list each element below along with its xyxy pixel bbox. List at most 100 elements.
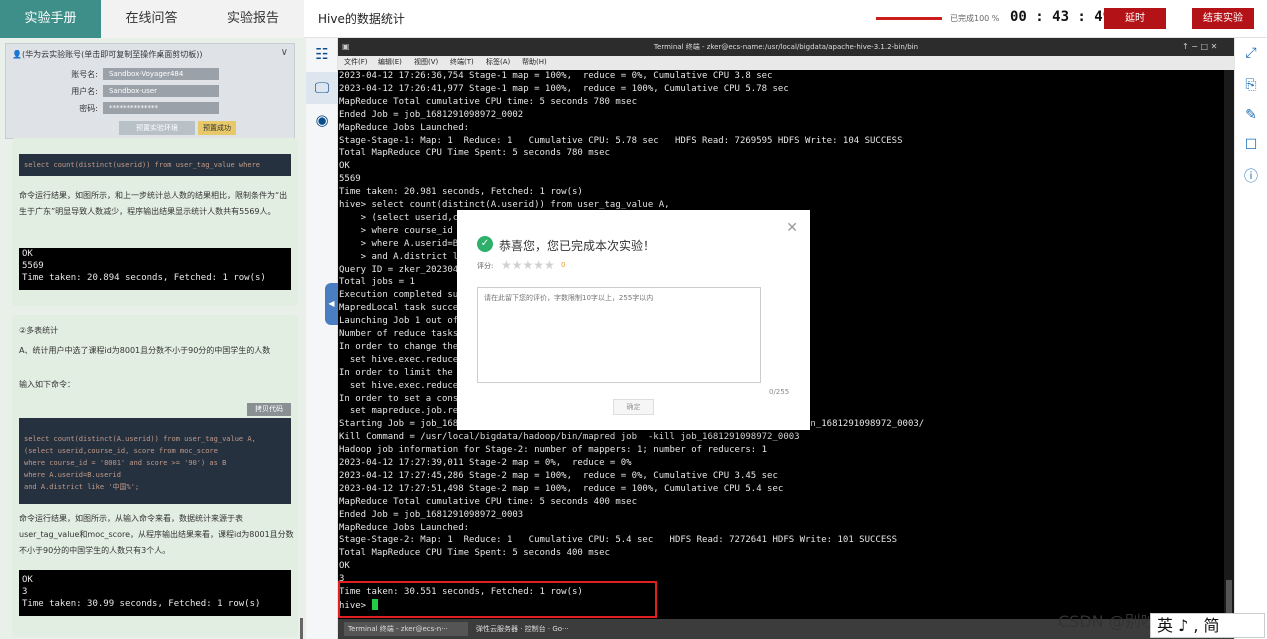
account-key: 密码:	[79, 104, 98, 113]
terminal-line: set mapreduce.job.red	[339, 406, 464, 417]
result-paragraph: 命令运行结果，如图所示，和上一步统计总人数的结果相比，限制条件为“出生于广东”明…	[19, 191, 288, 216]
terminal-line: 5569	[339, 174, 361, 185]
terminal-line: 2023-04-12 17:27:39,011 Stage-2 map = 0%…	[339, 458, 632, 468]
progress-bar	[876, 17, 942, 20]
terminal-line: 2023-04-12 17:26:41,977 Stage-1 map = 10…	[339, 83, 789, 94]
completion-dialog: ✕ ✓ 恭喜您，您已完成本次实验！ 评分: ★★★★★ 0 0/255 确定	[457, 210, 810, 430]
input-label: 输入如下命令：	[19, 380, 75, 389]
copy-code-button[interactable]: 拷贝代码	[247, 403, 291, 416]
clipboard-icon[interactable]: ⎘	[1241, 75, 1261, 95]
terminal-line: OK	[339, 161, 350, 172]
output-block: OK 5569 Time taken: 20.894 seconds, Fetche…	[19, 248, 291, 290]
top-bar: 实验手册 在线问答 实验报告 Hive的数据统计 已完成100 % 00 : 4…	[0, 0, 1267, 38]
terminal-line: Hadoop job information for Stage-2: numb…	[339, 445, 768, 456]
tab-lab-manual[interactable]: 实验手册	[0, 0, 101, 38]
terminal-line: Query ID = zker_2023041	[339, 264, 464, 275]
terminal-menu: 文件(F) 编辑(E) 视图(V) 终端(T) 标签(A) 帮助(H)	[338, 56, 1234, 70]
account-key: 用户名:	[71, 87, 98, 96]
user-icon: 👤	[12, 50, 22, 59]
terminal-line: Total MapReduce CPU Time Spent: 5 second…	[339, 148, 610, 159]
terminal-line: Execution completed suc	[339, 290, 464, 301]
username-value[interactable]: Sandbox-user	[103, 85, 219, 97]
app-root: 实验手册 在线问答 实验报告 Hive的数据统计 已完成100 % 00 : 4…	[0, 0, 1267, 639]
terminal-line: Total jobs = 1	[339, 277, 415, 288]
account-row: 密码: **************	[6, 102, 296, 114]
notes-icon[interactable]: ✎	[1241, 105, 1261, 125]
output-block: OK 3 Time taken: 30.99 seconds, Fetched: 1…	[19, 570, 291, 616]
account-row: 账号名: Sandbox-Voyager484	[6, 68, 296, 80]
panel-scrollbar[interactable]	[300, 618, 303, 639]
account-name-value[interactable]: Sandbox-Voyager484	[103, 68, 219, 80]
terminal-line: set hive.exec.reducer	[339, 354, 464, 365]
terminal-line: In order to set a const	[339, 393, 464, 404]
reset-environment-button[interactable]: 预置实验环境	[119, 121, 195, 135]
rating-label: 评分:	[477, 262, 494, 270]
menu-terminal[interactable]: 终端(T)	[450, 57, 474, 67]
rating-value: 0	[561, 261, 566, 269]
help-icon[interactable]: ⓘ	[1241, 167, 1261, 187]
terminal-line: MapReduce Total cumulative CPU time: 5 s…	[339, 96, 638, 107]
confirm-button[interactable]: 确定	[613, 399, 654, 415]
chevron-down-icon[interactable]: ∨	[281, 47, 288, 58]
terminal-line: Stage-Stage-1: Map: 1 Reduce: 1 Cumulati…	[339, 135, 903, 146]
step-card: ②多表统计 A、统计用户中选了课程id为8001且分数不小于90分的中国学生的人…	[12, 315, 298, 637]
account-key: 账号名:	[71, 70, 98, 79]
terminal-line: > where A.userid=B.	[339, 238, 464, 249]
account-row: 用户名: Sandbox-user	[6, 85, 296, 97]
end-lab-button[interactable]: 结束实验	[1192, 8, 1254, 29]
menu-edit[interactable]: 编辑(E)	[378, 57, 402, 67]
terminal-line: Ended Job = job_1681291098972_0002	[339, 109, 524, 120]
page-title: Hive的数据统计	[318, 12, 405, 26]
terminal-title: Terminal 终端 - zker@ecs-name:/usr/local/b…	[338, 38, 1234, 56]
terminal-line: MapredLocal task succee	[339, 303, 464, 314]
terminal-line: Ended Job = job_1681291098972_0003	[339, 509, 524, 520]
tab-online-qa[interactable]: 在线问答	[101, 0, 202, 38]
tool-column: ☷ 🖵 ◉	[306, 38, 338, 639]
terminal-line: Total MapReduce CPU Time Spent: 5 second…	[339, 548, 610, 559]
topology-icon[interactable]: ☷	[306, 38, 338, 70]
close-icon[interactable]: ✕	[786, 220, 798, 236]
terminal-line: > and A.district li	[339, 251, 464, 262]
char-counter: 0/255	[769, 388, 790, 396]
terminal-line: 2023-04-12 17:27:51,498 Stage-2 map = 10…	[339, 483, 784, 494]
scroll-thumb[interactable]	[1226, 580, 1232, 616]
collapse-panel-handle[interactable]: ◀	[325, 283, 338, 325]
terminal-line: Kill Command = /usr/local/bigdata/hadoop…	[339, 432, 800, 443]
ime-indicator[interactable]: 英 ♪ , 简	[1150, 613, 1265, 638]
step-card: select count(distinct(userid)) from user…	[12, 138, 298, 306]
fullscreen-icon[interactable]: ⤢	[1241, 43, 1261, 63]
eye-icon[interactable]: ◉	[306, 104, 338, 136]
account-title: 👤(华为云实验账号(单击即可复制至操作桌面剪切板))	[12, 50, 203, 59]
lab-manual-panel: 👤(华为云实验账号(单击即可复制至操作桌面剪切板)) ∨ 账号名: Sandbo…	[0, 38, 306, 639]
terminal-line: MapReduce Jobs Launched:	[339, 522, 470, 533]
feedback-input[interactable]	[477, 287, 761, 383]
menu-view[interactable]: 视图(V)	[414, 57, 438, 67]
countdown-timer: 00 : 43 : 49	[1010, 9, 1112, 25]
terminal-line: 2023-04-12 17:26:36,754 Stage-1 map = 10…	[339, 71, 773, 81]
chat-icon[interactable]: ☐	[1241, 135, 1261, 155]
taskbar-item-terminal[interactable]: Terminal 终端 - zker@ecs-n···	[344, 622, 468, 636]
progress-label: 已完成100 %	[950, 14, 1000, 23]
terminal-line: In order to limit the m	[339, 367, 464, 378]
terminal-line: MapReduce Jobs Launched:	[339, 122, 470, 133]
code-block: select count(distinct(userid)) from user…	[19, 154, 291, 176]
window-controls-icon[interactable]: ↑ − □ ✕	[1182, 38, 1217, 56]
terminal-line: Launching Job 1 out of	[339, 316, 459, 327]
highlight-box	[338, 581, 657, 618]
terminal-scrollbar[interactable]	[1224, 70, 1234, 619]
terminal-line: Time taken: 20.981 seconds, Fetched: 1 r…	[339, 187, 583, 198]
terminal-line: MapReduce Total cumulative CPU time: 5 s…	[339, 496, 638, 507]
delay-button[interactable]: 延时	[1104, 8, 1166, 29]
dialog-title: 恭喜您，您已完成本次实验！	[499, 239, 656, 253]
right-tool-column: ⤢ ⎘ ✎ ☐ ⓘ	[1234, 38, 1267, 639]
menu-tabs[interactable]: 标签(A)	[486, 57, 510, 67]
menu-help[interactable]: 帮助(H)	[522, 57, 547, 67]
terminal-line: Number of reduce tasks	[339, 329, 459, 339]
tab-lab-report[interactable]: 实验报告	[202, 0, 304, 38]
menu-file[interactable]: 文件(F)	[344, 57, 368, 67]
section-heading: ②多表统计	[19, 326, 59, 335]
star-rating[interactable]: ★★★★★	[501, 258, 555, 272]
password-value[interactable]: **************	[103, 102, 219, 114]
taskbar-item-browser[interactable]: 弹性云服务器 · 控制台 · Go···	[472, 622, 602, 636]
desktop-icon[interactable]: 🖵	[306, 72, 338, 104]
